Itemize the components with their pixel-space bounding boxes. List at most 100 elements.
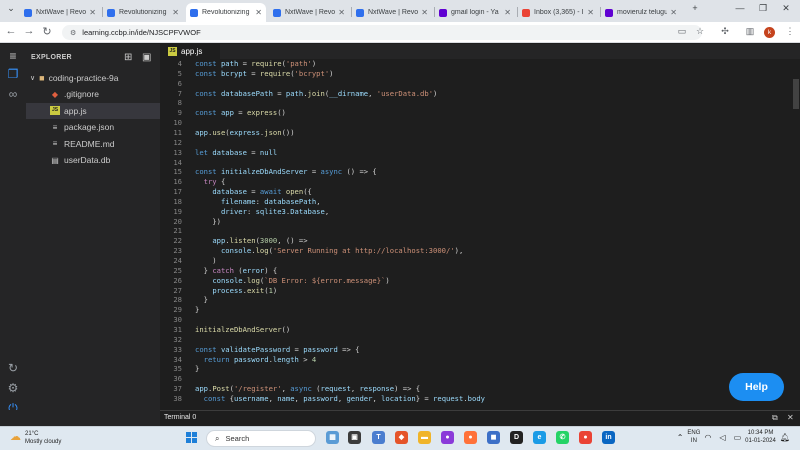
close-tab-icon[interactable]: ✕ xyxy=(421,8,428,17)
dell-icon[interactable]: D xyxy=(510,431,523,444)
firefox-icon[interactable]: ● xyxy=(464,431,477,444)
brave-icon[interactable]: ◆ xyxy=(395,431,408,444)
link-icon[interactable]: ∞ xyxy=(5,86,21,102)
menu-icon[interactable]: ⋮ xyxy=(783,26,797,37)
code-line[interactable]: 33 const validatePassword = password => { xyxy=(160,345,800,355)
task-view-icon[interactable]: ▣ xyxy=(348,431,361,444)
close-tab-icon[interactable]: ✕ xyxy=(89,8,96,17)
code-line[interactable]: 25 } catch (error) { xyxy=(160,266,800,276)
terminal-tab[interactable]: Terminal 0 xyxy=(164,414,196,421)
close-tab-icon[interactable]: ✕ xyxy=(670,8,677,17)
code-line[interactable]: 15 const initialzeDbAndServer = async () … xyxy=(160,167,800,177)
folder-row[interactable]: ∨ ■ coding-practice-9a xyxy=(26,70,160,86)
editor-tab[interactable]: JS app.js xyxy=(160,44,220,59)
browser-tab[interactable]: NxtWave | Revolu ✕ xyxy=(20,3,100,22)
settings-gear-icon[interactable]: ⚙ xyxy=(5,380,21,396)
new-folder-icon[interactable]: ▣ xyxy=(142,52,151,63)
sidebar-icon[interactable]: ▥ xyxy=(743,26,757,37)
code-line[interactable]: 36 xyxy=(160,374,800,384)
wifi-icon[interactable]: ◠ xyxy=(704,433,711,442)
close-tab-icon[interactable]: ✕ xyxy=(504,8,511,17)
help-button[interactable]: Help xyxy=(729,373,784,401)
windows-start-icon[interactable] xyxy=(186,432,198,444)
file-item[interactable]: ≡ package.json xyxy=(26,119,160,135)
url-text[interactable]: learning.ccbp.in/ide/NJSCPFVWOF xyxy=(82,28,200,37)
browser-tab[interactable]: gmail login - Ya ✕ xyxy=(435,3,515,22)
code-line[interactable]: 20 }) xyxy=(160,217,800,227)
code-line[interactable]: 13 let database = null xyxy=(160,148,800,158)
code-line[interactable]: 17 database = await open({ xyxy=(160,187,800,197)
code-line[interactable]: 27 process.exit(1) xyxy=(160,286,800,296)
code-line[interactable]: 7 const databasePath = path.join(__dirnam… xyxy=(160,89,800,99)
code-line[interactable]: 22 app.listen(3000, () => xyxy=(160,236,800,246)
close-tab-icon[interactable]: ✕ xyxy=(338,8,345,17)
widgets-app-icon[interactable]: ▦ xyxy=(326,431,339,444)
code-line[interactable]: 31 initialzeDbAndServer() xyxy=(160,325,800,335)
code-line[interactable]: 6 xyxy=(160,79,800,89)
taskbar-search[interactable]: ⌕ Search xyxy=(206,430,316,447)
close-panel-icon[interactable]: ✕ xyxy=(787,413,794,422)
new-tab-button[interactable]: + xyxy=(688,3,702,13)
notification-bell-icon[interactable]: 🔔︎ xyxy=(780,433,790,442)
code-line[interactable]: 32 xyxy=(160,335,800,345)
new-file-icon[interactable]: ⊞ xyxy=(124,52,132,63)
clock[interactable]: 10:34 PM 01-01-2024 xyxy=(745,429,776,445)
minimize-button[interactable]: — xyxy=(733,3,747,13)
code-line[interactable]: 21 xyxy=(160,226,800,236)
code-line[interactable]: 8 xyxy=(160,98,800,108)
teams-icon[interactable]: T xyxy=(372,431,385,444)
code-line[interactable]: 23 console.log('Server Running at http:/… xyxy=(160,246,800,256)
back-icon[interactable]: ← xyxy=(4,25,18,37)
scrollbar-thumb[interactable] xyxy=(793,79,799,109)
code-line[interactable]: 10 xyxy=(160,118,800,128)
code-line[interactable]: 14 xyxy=(160,158,800,168)
forward-icon[interactable]: → xyxy=(22,25,36,37)
code-line[interactable]: 30 xyxy=(160,315,800,325)
file-explorer-icon[interactable]: ▬ xyxy=(418,431,431,444)
weather-widget[interactable]: ☁ 21°C Mostly cloudy xyxy=(10,430,61,446)
store-icon[interactable]: ◼ xyxy=(487,431,500,444)
vertical-scrollbar[interactable] xyxy=(792,59,800,405)
edge-icon[interactable]: e xyxy=(533,431,546,444)
firefox-dev-icon[interactable]: ● xyxy=(441,431,454,444)
address-bar[interactable]: ⚙ learning.ccbp.in/ide/NJSCPFVWOF xyxy=(62,25,702,40)
close-window-button[interactable]: ✕ xyxy=(779,3,793,14)
code-line[interactable]: 9 const app = express() xyxy=(160,108,800,118)
code-line[interactable]: 4 const path = require('path') xyxy=(160,59,800,69)
close-tab-icon[interactable]: ✕ xyxy=(587,8,594,17)
code-line[interactable]: 5 const bcrypt = require('bcrypt') xyxy=(160,69,800,79)
file-item[interactable]: ◆ .gitignore xyxy=(26,86,160,102)
site-info-icon[interactable]: ⚙ xyxy=(70,29,76,37)
refresh-icon[interactable]: ↻ xyxy=(5,360,21,376)
tab-search-icon[interactable]: ⌄ xyxy=(4,3,18,14)
files-icon[interactable]: ❐ xyxy=(5,66,21,82)
code-line[interactable]: 35} xyxy=(160,364,800,374)
code-line[interactable]: 24 ) xyxy=(160,256,800,266)
code-line[interactable]: 11 app.use(express.json()) xyxy=(160,128,800,138)
extensions-icon[interactable]: ✣ xyxy=(718,26,732,37)
cast-icon[interactable]: ▭ xyxy=(675,26,689,37)
close-tab-icon[interactable]: ✕ xyxy=(172,8,179,17)
code-area[interactable]: 4 const path = require('path') 5 const bcry… xyxy=(160,59,800,405)
code-line[interactable]: 12 xyxy=(160,138,800,148)
browser-tab[interactable]: NxtWave | Revol ✕ xyxy=(269,3,349,22)
code-line[interactable]: 29} xyxy=(160,305,800,315)
close-tab-icon[interactable]: ✕ xyxy=(255,8,262,17)
reload-icon[interactable]: ↻ xyxy=(40,25,54,38)
whatsapp-icon[interactable]: ✆ xyxy=(556,431,569,444)
code-line[interactable]: 18 filename: databasePath, xyxy=(160,197,800,207)
code-line[interactable]: 37 app.Post('/register', async (request, … xyxy=(160,384,800,394)
browser-tab[interactable]: Revolutionizing ✕ xyxy=(186,3,266,22)
code-line[interactable]: 38 const {username, name, password, gend… xyxy=(160,394,800,404)
linkedin-icon[interactable]: in xyxy=(602,431,615,444)
file-item[interactable]: ▤ userData.db xyxy=(26,152,160,168)
code-line[interactable]: 28 } xyxy=(160,295,800,305)
code-line[interactable]: 19 driver: sqlite3.Database, xyxy=(160,207,800,217)
code-line[interactable]: 26 console.log(`DB Error: ${error.messag… xyxy=(160,276,800,286)
browser-tab[interactable]: Inbox (3,365) - I ✕ xyxy=(518,3,598,22)
file-item[interactable]: ≡ README.md xyxy=(26,136,160,152)
maximize-button[interactable]: ❐ xyxy=(756,3,770,14)
speaker-icon[interactable]: ◁ xyxy=(719,433,725,442)
browser-tab[interactable]: Revolutionizing ✕ xyxy=(103,3,183,22)
file-item[interactable]: JS app.js xyxy=(26,102,160,119)
